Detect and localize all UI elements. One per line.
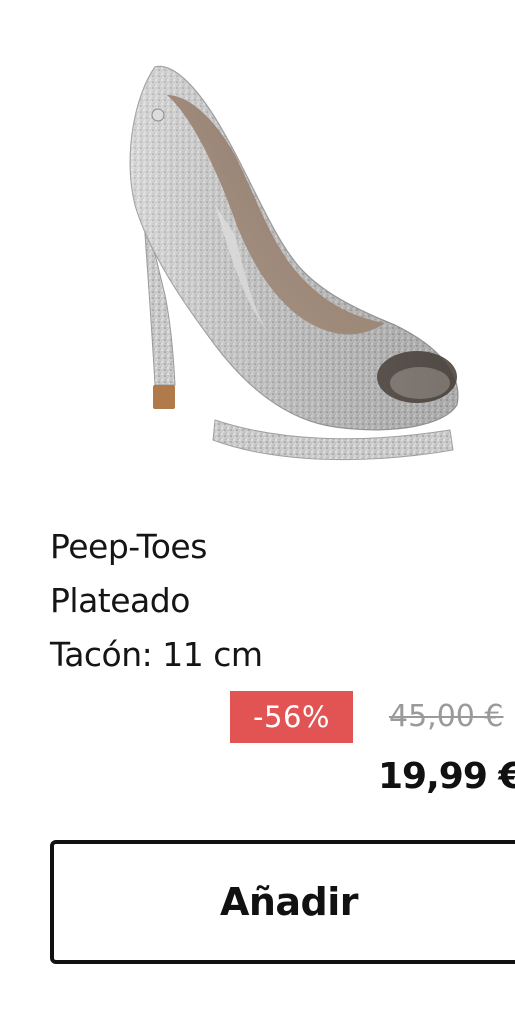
product-heel-height: Tacón: 11 cm bbox=[50, 635, 263, 674]
add-to-cart-label: Añadir bbox=[219, 880, 359, 924]
add-to-cart-button[interactable]: Añadir bbox=[50, 840, 515, 964]
product-image[interactable] bbox=[95, 55, 475, 475]
product-name: Peep-Toes bbox=[50, 527, 207, 566]
discount-badge: -56% bbox=[230, 691, 353, 743]
sale-price: 19,99 € bbox=[378, 756, 515, 797]
product-color: Plateado bbox=[50, 581, 190, 620]
original-price: 45,00 € bbox=[389, 699, 504, 734]
silver-shoe-icon bbox=[129, 65, 459, 461]
product-title: Peep-Toes Plateado Tacón: 11 cm bbox=[50, 520, 490, 682]
product-card: Peep-Toes Plateado Tacón: 11 cm -56% 45,… bbox=[0, 0, 515, 1024]
